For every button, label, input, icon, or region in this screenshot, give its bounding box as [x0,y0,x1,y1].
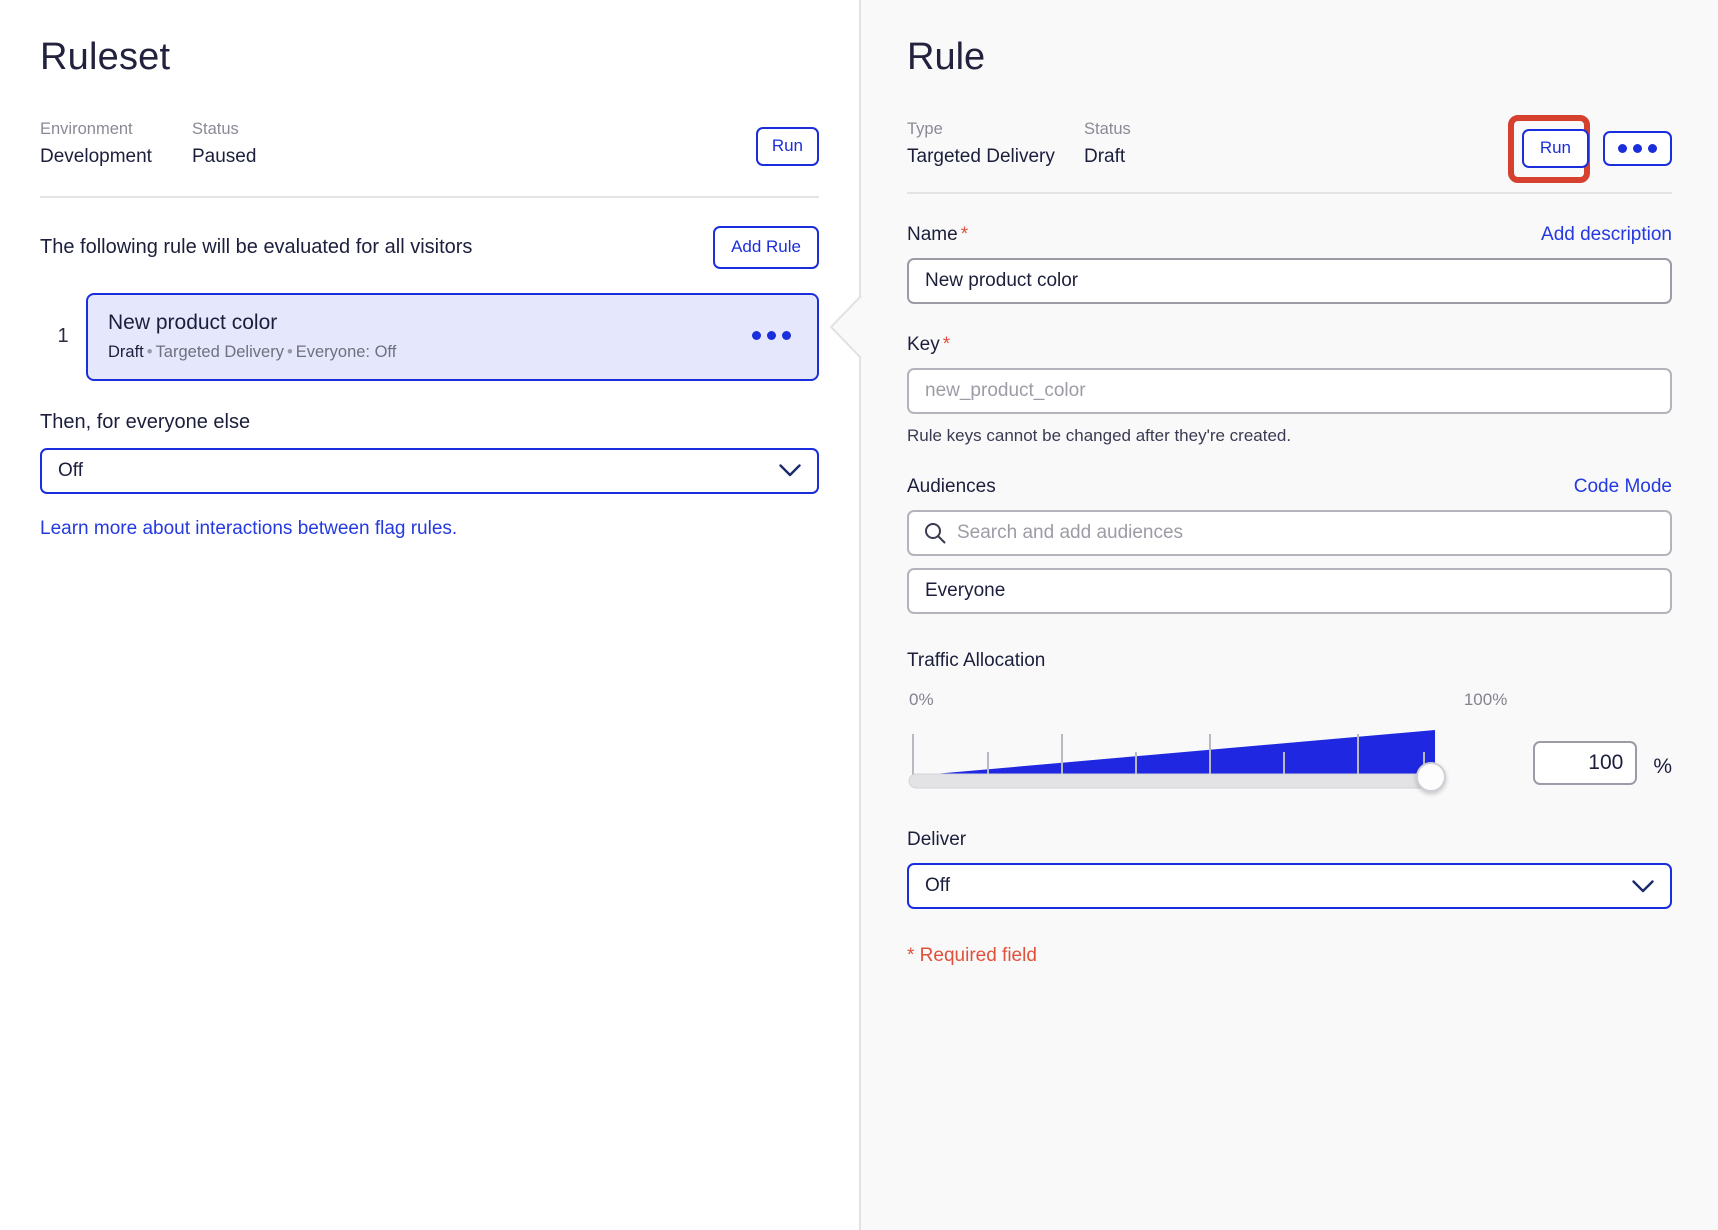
chevron-down-icon [1632,880,1654,893]
traffic-max-label: 100% [1464,690,1507,710]
key-helper-text: Rule keys cannot be changed after they'r… [907,426,1672,446]
page-title: Ruleset [40,38,819,76]
key-input[interactable] [907,368,1672,414]
ruleset-status-label: Status [192,120,256,138]
traffic-percent-input[interactable] [1533,741,1637,785]
kebab-dot [1648,144,1657,153]
rule-status-field: Status Draft [1084,120,1131,168]
rule-card-type: Targeted Delivery [156,343,284,361]
audiences-search-input[interactable] [907,510,1672,556]
rule-status-label: Status [1084,120,1131,138]
learn-more-link[interactable]: Learn more about interactions between fl… [40,518,457,540]
rule-kebab-icon[interactable] [1603,131,1672,166]
key-label: Key* [907,334,950,356]
kebab-dot [1618,144,1627,153]
traffic-scale: 0% 100% [907,690,1517,716]
audiences-label: Audiences [907,476,996,498]
kebab-dot [782,331,791,340]
rules-header-row: The following rule will be evaluated for… [40,226,819,269]
traffic-min-label: 0% [909,690,934,710]
add-rule-button[interactable]: Add Rule [713,226,819,269]
ruleset-run-button[interactable]: Run [756,127,819,166]
fallthrough-value: Off [58,460,83,482]
environment-field: Environment Development [40,120,182,168]
ruleset-status-value: Paused [192,147,256,168]
rule-meta-fields: Type Targeted Delivery Status Draft [907,120,1131,168]
deliver-block: Deliver Off [907,829,1672,909]
rule-type-field: Type Targeted Delivery [907,120,1084,168]
traffic-wedge-graphic [907,716,1452,791]
rule-card-text: New product color Draft•Targeted Deliver… [108,311,396,361]
required-field-note: * Required field [907,945,1672,967]
name-label: Name* [907,224,968,246]
kebab-dot [752,331,761,340]
audience-selected-item[interactable]: Everyone [907,568,1672,614]
audiences-search-wrap [907,510,1672,556]
chevron-down-icon [779,464,801,477]
name-input[interactable] [907,258,1672,304]
environment-label: Environment [40,120,182,138]
rule-actions: Run [1522,129,1672,168]
traffic-allocation-row: 0% 100% [907,690,1672,791]
rule-card-separator-1: • [144,343,156,361]
traffic-percent-unit: % [1653,755,1672,779]
rule-type-value: Targeted Delivery [907,147,1084,168]
ruleset-panel: Ruleset Environment Development Status P… [0,0,859,1230]
deliver-value: Off [925,875,950,897]
rule-divider [907,192,1672,194]
code-mode-link[interactable]: Code Mode [1574,476,1672,498]
rule-card-kebab-icon[interactable] [746,325,797,346]
deliver-label: Deliver [907,829,1672,851]
rule-status-value: Draft [1084,147,1131,168]
fallthrough-label: Then, for everyone else [40,411,819,434]
ruleset-divider [40,196,819,198]
name-field-head: Name* Add description [907,224,1672,246]
traffic-allocation-label: Traffic Allocation [907,650,1672,672]
add-description-link[interactable]: Add description [1541,224,1672,246]
rule-index: 1 [40,293,86,381]
kebab-dot [1633,144,1642,153]
rule-card-delivery: Everyone: Off [296,343,397,361]
ruleset-status-field: Status Paused [192,120,256,168]
rule-card[interactable]: New product color Draft•Targeted Deliver… [86,293,819,381]
rule-meta-row: Type Targeted Delivery Status Draft Run [907,120,1672,172]
name-required-marker: * [958,224,968,245]
key-required-marker: * [940,334,950,355]
environment-value: Development [40,147,182,168]
rule-run-button[interactable]: Run [1522,129,1589,168]
audiences-field-head: Audiences Code Mode [907,476,1672,498]
traffic-slider-graph[interactable] [907,716,1517,791]
rule-detail-panel: Rule Type Targeted Delivery Status Draft… [859,0,1718,1230]
rule-card-title: New product color [108,311,396,334]
key-label-text: Key [907,334,940,355]
rule-list-item: 1 New product color Draft•Targeted Deliv… [40,293,819,381]
traffic-slider-thumb[interactable] [1416,762,1446,792]
fallthrough-select[interactable]: Off [40,448,819,494]
rules-header-text: The following rule will be evaluated for… [40,236,472,259]
traffic-slider-area: 0% 100% [907,690,1517,791]
rule-type-label: Type [907,120,1084,138]
kebab-dot [767,331,776,340]
rule-panel-title: Rule [907,38,1672,76]
name-field-block: Name* Add description [907,224,1672,304]
name-label-text: Name [907,224,958,245]
traffic-allocation-block: Traffic Allocation 0% 100% [907,650,1672,791]
rule-card-status: Draft [108,343,144,361]
deliver-select[interactable]: Off [907,863,1672,909]
key-field-block: Key* Rule keys cannot be changed after t… [907,334,1672,446]
key-field-head: Key* [907,334,1672,356]
app-root: Ruleset Environment Development Status P… [0,0,1718,1230]
rule-card-separator-2: • [284,343,296,361]
audience-selected-label: Everyone [925,580,1005,602]
rule-card-subtitle: Draft•Targeted Delivery•Everyone: Off [108,343,396,361]
ruleset-meta-fields: Environment Development Status Paused [40,120,266,168]
ruleset-meta-row: Environment Development Status Paused Ru… [40,120,819,174]
audiences-field-block: Audiences Code Mode Everyone [907,476,1672,614]
